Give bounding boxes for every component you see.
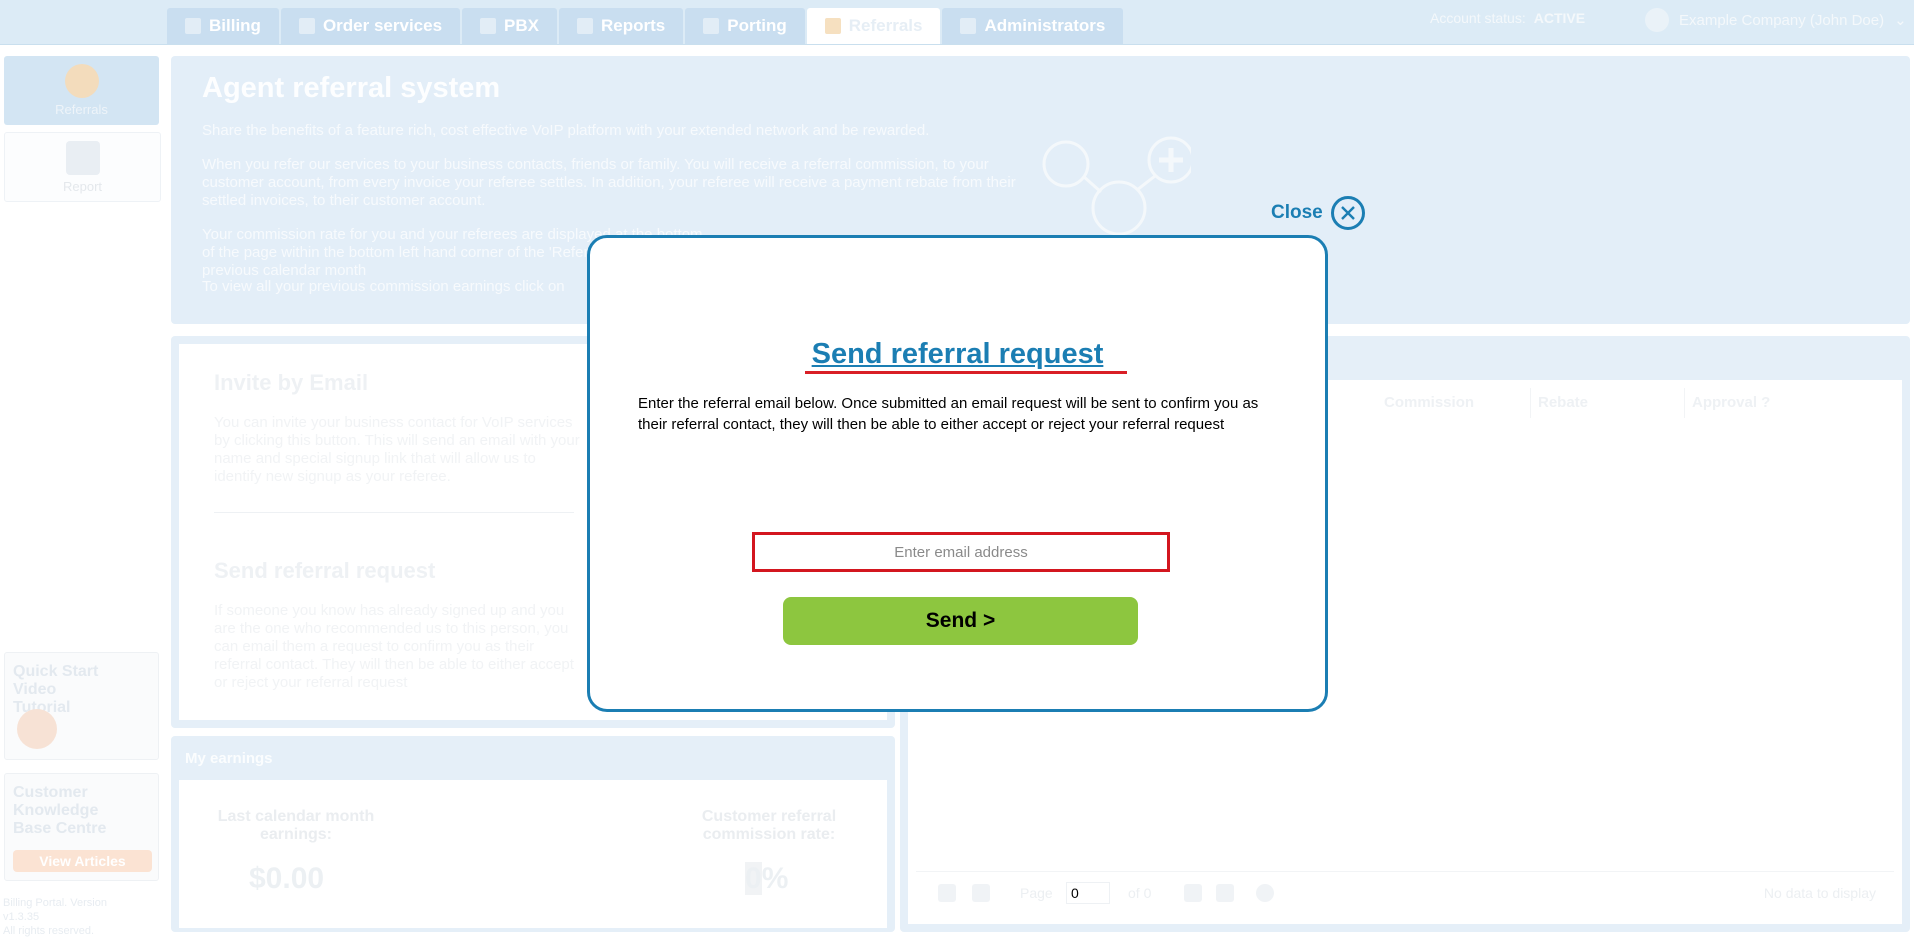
promo-title: Customer Knowledge Base Centre: [13, 784, 107, 837]
pagination-bar: Page of 0 No data to display: [916, 871, 1894, 916]
sidebar-item-referrals[interactable]: Referrals: [4, 56, 159, 125]
commission-rate-label: Customer referral commission rate:: [701, 808, 837, 843]
tab-referrals[interactable]: Referrals: [806, 8, 941, 44]
column-header-approval[interactable]: Approval ?: [1692, 388, 1872, 418]
account-status-label: Account status:: [1430, 10, 1526, 26]
tab-label: Order services: [322, 16, 443, 35]
tab-order-services[interactable]: Order services: [280, 8, 461, 44]
modal-description: Enter the referral email below. Once sub…: [638, 395, 1259, 433]
referral-request-modal: Send referral request Enter the referral…: [587, 235, 1328, 712]
referral-network-icon: [1042, 136, 1191, 236]
admin-icon: [960, 18, 977, 34]
main-tabs: Billing Order services PBX Reports Porti…: [167, 8, 1124, 44]
empty-message: No data to display: [1763, 885, 1876, 901]
tab-label: PBX: [504, 16, 540, 35]
page-title: Agent referral system: [202, 72, 501, 104]
send-request-title: Send referral request: [214, 558, 436, 583]
coin-icon: [185, 18, 201, 34]
hero-text: When you refer our services to your busi…: [202, 156, 1016, 209]
avatar: [1645, 8, 1669, 32]
rate-suffix: %: [761, 862, 789, 895]
user-menu[interactable]: Example Company (John Doe) ⌄: [1645, 8, 1907, 32]
tab-porting[interactable]: Porting: [685, 8, 805, 44]
version-line: Billing Portal. Version: [3, 897, 107, 909]
hero-text: To view all your previous commission ear…: [202, 278, 565, 295]
email-field[interactable]: [752, 532, 1170, 572]
earnings-panel: My earnings Last calendar month earnings…: [171, 736, 895, 932]
user-name: Example Company (John Doe): [1679, 11, 1885, 29]
tab-administrators[interactable]: Administrators: [942, 8, 1124, 44]
sidebar-item-report[interactable]: Report: [4, 132, 161, 202]
chevron-down-icon: ⌄: [1894, 12, 1907, 29]
pbx-icon: [480, 18, 497, 34]
porting-icon: [703, 18, 720, 34]
next-page-icon[interactable]: [1184, 884, 1202, 902]
tab-reports[interactable]: Reports: [559, 8, 684, 44]
page-number-input[interactable]: [1066, 882, 1110, 904]
account-status: Account status: ACTIVE: [1430, 10, 1585, 26]
tab-pbx[interactable]: PBX: [462, 8, 558, 44]
modal-title: Send referral request: [811, 338, 1104, 370]
knowledge-base-promo: Customer Knowledge Base Centre View Arti…: [4, 773, 159, 881]
first-page-icon[interactable]: [938, 884, 956, 902]
promo-title: Quick Start Video Tutorial: [13, 663, 99, 716]
play-icon: [17, 709, 57, 749]
video-tutorial-promo[interactable]: Quick Start Video Tutorial: [4, 652, 159, 760]
divider: [214, 512, 574, 513]
last-month-value: $0.00: [249, 862, 325, 895]
tab-label: Referrals: [848, 16, 923, 35]
send-button[interactable]: Send >: [783, 597, 1138, 645]
page-count: of 0: [1128, 885, 1152, 901]
tab-billing[interactable]: Billing: [167, 8, 279, 44]
close-button[interactable]: Close: [1271, 196, 1365, 230]
close-label: Close: [1271, 202, 1323, 223]
tab-label: Reports: [601, 16, 666, 35]
tab-label: Billing: [209, 16, 261, 35]
close-icon: [1330, 196, 1365, 230]
title-underline-accent: [805, 371, 1127, 374]
document-icon: [65, 141, 100, 175]
hero-text: Share the benefits of a feature rich, co…: [202, 122, 930, 139]
page-label: Page: [1020, 885, 1053, 901]
commission-rate-value: 0%: [745, 862, 788, 896]
last-month-label: Last calendar month earnings:: [217, 808, 375, 843]
column-header-commission[interactable]: Commission: [1384, 388, 1531, 418]
version-info: Billing Portal. Version v1.3.35 All righ…: [3, 896, 107, 938]
last-page-icon[interactable]: [1216, 884, 1234, 902]
account-status-value: ACTIVE: [1533, 10, 1586, 26]
version-line: v1.3.35: [3, 911, 40, 923]
tab-label: Porting: [727, 16, 787, 35]
view-articles-button[interactable]: View Articles: [13, 850, 152, 872]
rate-number: 0: [745, 862, 762, 895]
person-icon: [824, 18, 841, 34]
report-icon: [577, 18, 594, 34]
earnings-header: My earnings: [185, 750, 273, 767]
invite-text: You can invite your business contact for…: [214, 414, 580, 485]
cart-icon: [298, 18, 315, 34]
tab-label: Administrators: [984, 16, 1106, 35]
prev-page-icon[interactable]: [972, 884, 990, 902]
sidebar-item-label: Referrals: [55, 102, 108, 117]
send-request-text: If someone you know has already signed u…: [214, 602, 574, 691]
refresh-icon[interactable]: [1256, 884, 1274, 902]
column-header-rebate[interactable]: Rebate: [1538, 388, 1685, 418]
sidebar-item-label: Report: [62, 179, 103, 194]
earnings-body: Last calendar month earnings: $0.00 Cust…: [179, 780, 887, 928]
person-icon: [64, 64, 99, 98]
invite-title: Invite by Email: [214, 370, 369, 395]
